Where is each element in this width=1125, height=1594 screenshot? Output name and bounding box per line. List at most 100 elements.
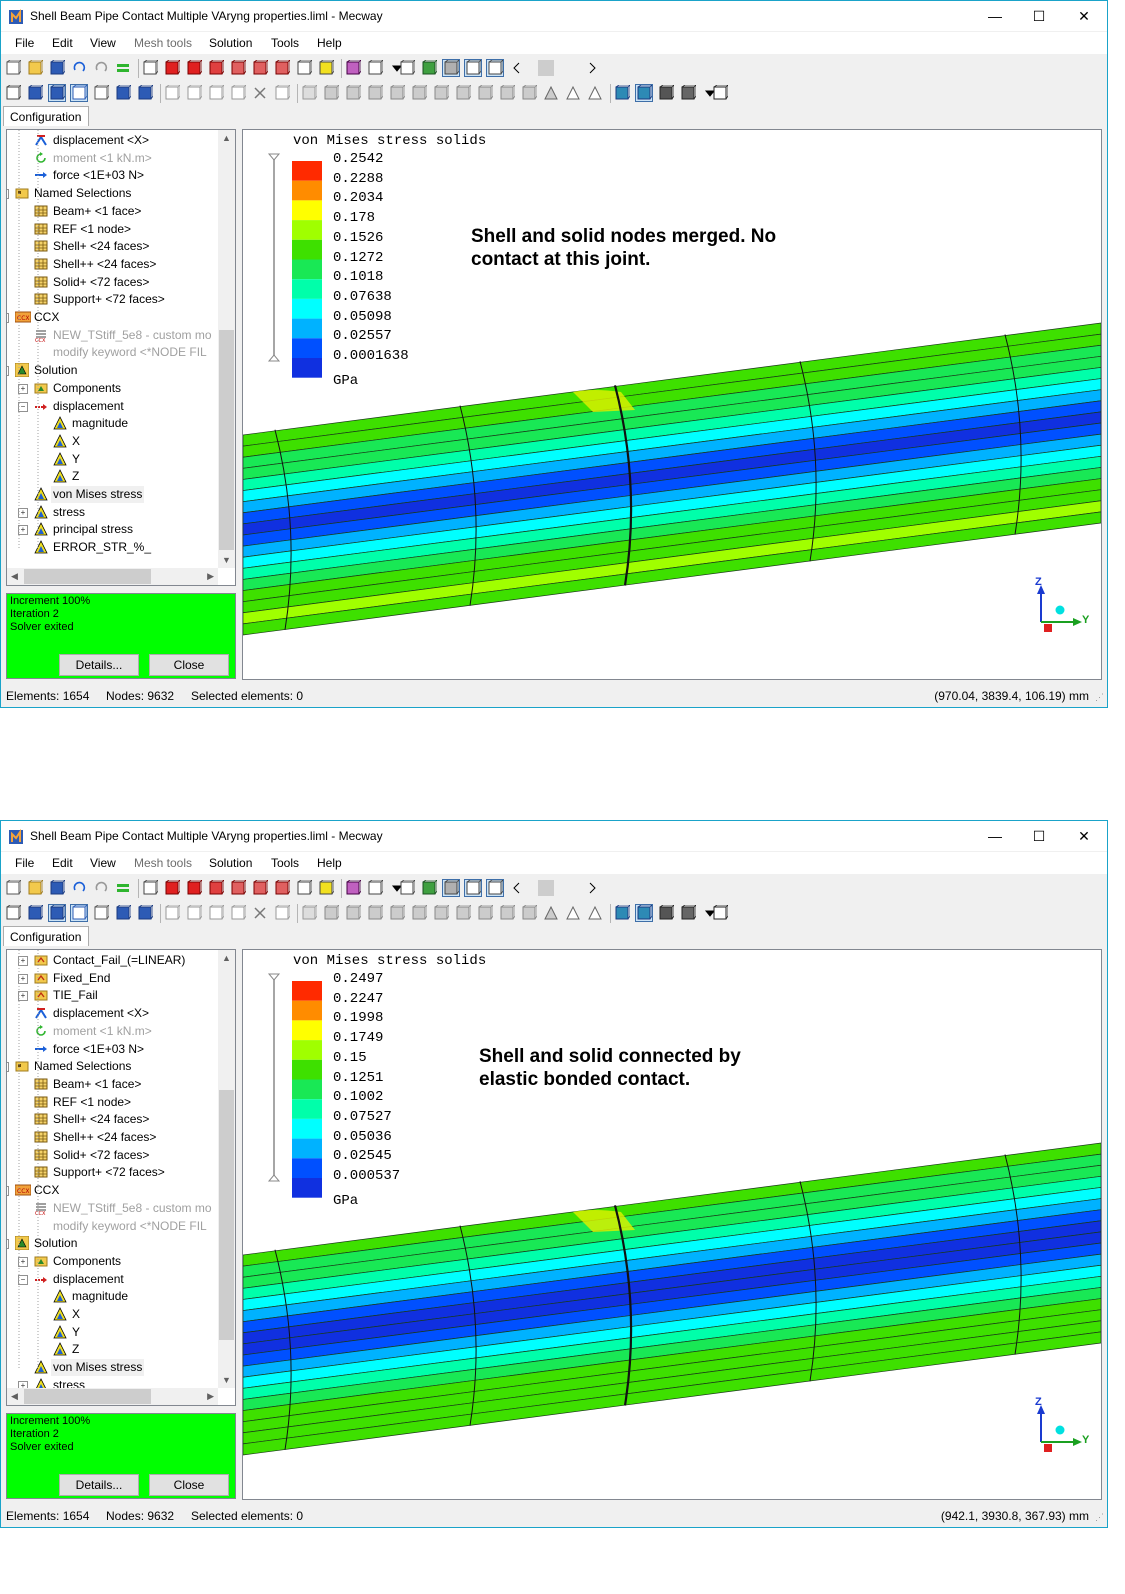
animate-button[interactable] — [658, 84, 675, 101]
cube-outline-button[interactable] — [230, 84, 247, 101]
collapse-icon[interactable]: − — [7, 189, 9, 200]
wireframe-cube-button[interactable] — [142, 879, 159, 896]
tree-vertical-scrollbar[interactable]: ▲ ▼ — [218, 130, 235, 568]
select-mode-button[interactable] — [367, 59, 384, 76]
scroll-right-button[interactable] — [584, 880, 600, 896]
split-button[interactable] — [274, 84, 291, 101]
rotate-button[interactable] — [367, 904, 384, 921]
film-button[interactable] — [680, 904, 697, 921]
red-cube-3-button[interactable] — [208, 59, 225, 76]
cube-outline-button[interactable] — [230, 904, 247, 921]
new-file-button[interactable] — [5, 879, 22, 896]
menu-help[interactable]: Help — [317, 36, 342, 50]
tab-configuration[interactable]: Configuration — [3, 926, 89, 946]
menu-view[interactable]: View — [90, 36, 116, 50]
explode-button[interactable] — [164, 904, 181, 921]
expand-icon[interactable]: + — [18, 956, 28, 966]
select-mode-button[interactable] — [367, 879, 384, 896]
details-button[interactable]: Details... — [59, 1474, 139, 1496]
spark-button[interactable] — [186, 84, 203, 101]
menu-tools[interactable]: Tools — [271, 856, 299, 870]
menu-mesh-tools[interactable]: Mesh tools — [134, 36, 192, 50]
red-cube-4-button[interactable] — [230, 879, 247, 896]
extrude-button[interactable] — [411, 904, 428, 921]
tree-horizontal-scrollbar[interactable]: ◀ ▶ — [7, 1388, 218, 1405]
collapse-icon[interactable]: − — [18, 401, 28, 412]
scroll-up-icon[interactable]: ▲ — [222, 953, 231, 963]
minimize-button[interactable]: — — [972, 1, 1018, 31]
revolve-button[interactable] — [433, 904, 450, 921]
expand-icon[interactable]: + — [18, 525, 28, 536]
maximize-button[interactable]: ☐ — [1016, 821, 1062, 851]
orbit-button[interactable] — [345, 879, 362, 896]
rotate-cube-button[interactable] — [5, 84, 22, 101]
equals-button[interactable] — [115, 880, 131, 896]
scale-button[interactable] — [389, 84, 406, 101]
refine-button[interactable] — [521, 904, 538, 921]
red-cube-5-button[interactable] — [252, 59, 269, 76]
select-element-button[interactable] — [115, 84, 132, 101]
close-window-button[interactable]: ✕ — [1061, 821, 1107, 851]
open-folder-button[interactable] — [27, 59, 44, 76]
mesh-button[interactable] — [486, 59, 504, 77]
red-cube-2-button[interactable] — [186, 59, 203, 76]
scroll-thumb[interactable] — [219, 1090, 234, 1340]
zoom-box-button[interactable] — [296, 879, 313, 896]
menu-edit[interactable]: Edit — [52, 36, 73, 50]
menu-file[interactable]: File — [15, 36, 34, 50]
undo-button[interactable] — [71, 880, 87, 896]
close-solver-button[interactable]: Close — [149, 654, 229, 676]
rotate-button[interactable] — [367, 84, 384, 101]
menu-solution[interactable]: Solution — [209, 36, 252, 50]
scroll-down-icon[interactable]: ▼ — [222, 1375, 231, 1385]
zoom-box-button[interactable] — [296, 59, 313, 76]
blue-cube-button[interactable] — [27, 904, 44, 921]
tree-button[interactable] — [499, 84, 516, 101]
sweep-button[interactable] — [455, 904, 472, 921]
surface-button[interactable] — [421, 879, 438, 896]
resize-grip-icon[interactable]: ⋰ — [1095, 1512, 1104, 1523]
title-bar[interactable]: Shell Beam Pipe Contact Multiple VAryng … — [1, 1, 1107, 31]
select-element-button[interactable] — [115, 904, 132, 921]
save-button[interactable] — [49, 879, 66, 896]
equals-button[interactable] — [115, 60, 131, 76]
scroll-down-icon[interactable]: ▼ — [222, 555, 231, 565]
triangle-mesh-button[interactable] — [543, 85, 559, 101]
toolbar-scroll-thumb[interactable] — [538, 880, 554, 896]
loft-button[interactable] — [477, 904, 494, 921]
undo-button[interactable] — [71, 60, 87, 76]
bowl-button[interactable] — [614, 84, 631, 101]
model-tree[interactable]: + Contact_Fail_(=LINEAR) + Fixed_End + TIE_Fa… — [6, 949, 236, 1406]
expand-icon[interactable]: + — [18, 973, 28, 984]
details-button[interactable]: Details... — [59, 654, 139, 676]
collapse-icon[interactable]: − — [7, 1062, 9, 1073]
loft-button[interactable] — [477, 84, 494, 101]
scroll-right-icon[interactable]: ▶ — [207, 571, 214, 582]
blue-cube-sel-button[interactable] — [48, 84, 66, 102]
orbit-button[interactable] — [345, 59, 362, 76]
collapse-icon[interactable]: − — [18, 1274, 28, 1285]
close-window-button[interactable]: ✕ — [1061, 1, 1107, 31]
bowl-sel-button[interactable] — [635, 84, 653, 102]
rotate-cube-button[interactable] — [5, 904, 22, 921]
expand-icon[interactable]: + — [18, 1256, 28, 1267]
triangle-plain-button[interactable] — [587, 85, 603, 101]
tree-button[interactable] — [499, 904, 516, 921]
table-button[interactable] — [712, 904, 729, 921]
select-node-button[interactable] — [93, 904, 110, 921]
move-button[interactable] — [301, 904, 318, 921]
shaded-button[interactable] — [442, 59, 460, 77]
model-tree[interactable]: displacement <X> moment <1 kN.m> force <1E… — [6, 129, 236, 586]
scroll-left-icon[interactable]: ◀ — [11, 1391, 18, 1402]
zoom-fit-button[interactable] — [318, 59, 335, 76]
scroll-right-button[interactable] — [584, 60, 600, 76]
red-cube-4-button[interactable] — [230, 59, 247, 76]
red-cube-button[interactable] — [164, 59, 181, 76]
scroll-up-icon[interactable]: ▲ — [222, 133, 231, 143]
menu-solution[interactable]: Solution — [209, 856, 252, 870]
new-file-button[interactable] — [5, 59, 22, 76]
resize-grip-icon[interactable]: ⋰ — [1095, 692, 1104, 703]
scroll-thumb-h[interactable] — [24, 569, 151, 584]
revolve-button[interactable] — [433, 84, 450, 101]
redo-button[interactable] — [93, 60, 109, 76]
